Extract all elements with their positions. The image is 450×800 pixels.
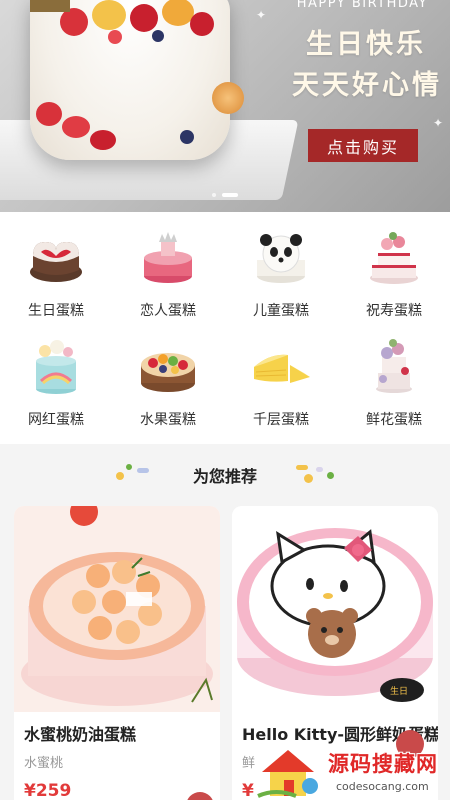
carousel-dot[interactable] bbox=[212, 193, 216, 197]
banner-orange-slice bbox=[212, 82, 244, 114]
fruit-cake-icon bbox=[137, 337, 199, 399]
category-label: 生日蛋糕 bbox=[28, 303, 84, 319]
product-name: 水蜜桃奶油蛋糕 bbox=[24, 725, 137, 744]
category-fruit[interactable]: 水果蛋糕 bbox=[112, 321, 224, 428]
star-icon: ✦ bbox=[256, 8, 267, 22]
product-subtitle: 鲜 bbox=[242, 756, 256, 771]
product-subtitle: 水蜜桃 bbox=[24, 756, 64, 771]
product-card[interactable]: 水蜜桃奶油蛋糕 水蜜桃 ¥259 bbox=[14, 506, 220, 800]
svg-text:生日: 生日 bbox=[390, 685, 408, 697]
category-flower[interactable]: 鲜花蛋糕 bbox=[338, 321, 450, 428]
longevity-cake-icon bbox=[363, 228, 425, 290]
banner-cake-tag bbox=[30, 0, 70, 12]
category-label: 网红蛋糕 bbox=[28, 412, 84, 428]
buy-now-button[interactable]: 点击购买 bbox=[308, 129, 418, 162]
carousel-dot-active[interactable] bbox=[222, 193, 238, 197]
category-label: 水果蛋糕 bbox=[140, 412, 196, 428]
app-page: ✦ ✦ HAPPY BIRTHDAY 生日快乐 天天好心情 点击购买 生日蛋糕 bbox=[0, 0, 450, 800]
banner-title-line1: 生日快乐 bbox=[306, 29, 426, 60]
product-price: ¥ bbox=[242, 781, 254, 800]
banner-cake-image bbox=[30, 0, 230, 160]
category-label: 恋人蛋糕 bbox=[140, 303, 196, 319]
watermark-title: 源码搜藏网 bbox=[328, 752, 438, 776]
product-image-hello-kitty-cake: 生日 bbox=[232, 506, 438, 712]
product-image-peach-cake bbox=[14, 506, 220, 712]
category-birthday[interactable]: 生日蛋糕 bbox=[0, 212, 112, 319]
product-price: ¥259 bbox=[24, 781, 72, 800]
category-kids[interactable]: 儿童蛋糕 bbox=[225, 212, 337, 319]
category-trendy[interactable]: 网红蛋糕 bbox=[0, 321, 112, 428]
category-label: 儿童蛋糕 bbox=[253, 303, 309, 319]
category-grid: 生日蛋糕 恋人蛋糕 儿童蛋糕 祝寿蛋糕 网红蛋糕 水果蛋糕 千层蛋糕 鲜花蛋糕 bbox=[0, 212, 450, 444]
mille-crepe-cake-icon bbox=[250, 337, 312, 399]
star-icon: ✦ bbox=[433, 116, 444, 130]
watermark-url: codesocang.com bbox=[336, 780, 429, 793]
watermark-house-logo bbox=[257, 750, 318, 798]
category-label: 鲜花蛋糕 bbox=[366, 412, 422, 428]
add-to-cart-button[interactable] bbox=[186, 792, 214, 800]
trendy-cake-icon bbox=[25, 337, 87, 399]
lover-cake-icon bbox=[137, 228, 199, 290]
recommend-title: 为您推荐 bbox=[192, 467, 257, 486]
banner-happy-birthday: HAPPY BIRTHDAY bbox=[296, 0, 428, 11]
category-lover[interactable]: 恋人蛋糕 bbox=[112, 212, 224, 319]
category-longevity[interactable]: 祝寿蛋糕 bbox=[338, 212, 450, 319]
kids-cake-icon bbox=[250, 228, 312, 290]
watermark: 源码搜藏网 codesocang.com bbox=[256, 742, 450, 800]
promo-banner[interactable]: ✦ ✦ HAPPY BIRTHDAY 生日快乐 天天好心情 点击购买 bbox=[0, 0, 450, 212]
category-label: 千层蛋糕 bbox=[253, 412, 309, 428]
carousel-indicator[interactable] bbox=[0, 193, 450, 197]
category-mille-crepe[interactable]: 千层蛋糕 bbox=[225, 321, 337, 428]
category-label: 祝寿蛋糕 bbox=[366, 303, 422, 319]
birthday-cake-icon bbox=[25, 228, 87, 290]
banner-title-line2: 天天好心情 bbox=[292, 70, 442, 101]
flower-cake-icon bbox=[363, 337, 425, 399]
